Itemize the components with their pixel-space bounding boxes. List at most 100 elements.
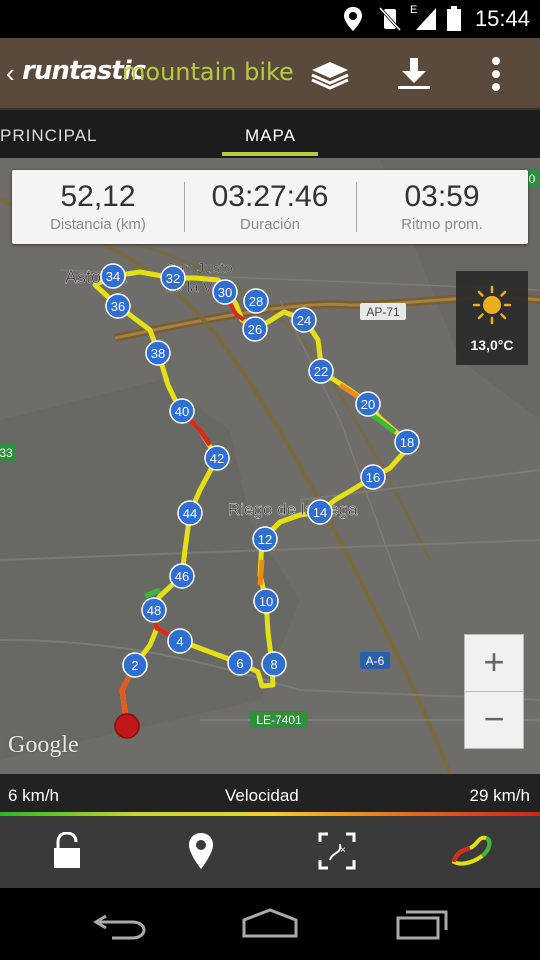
km-marker-46: 46 bbox=[169, 563, 195, 589]
temperature: 13,0°C bbox=[470, 337, 514, 353]
start-marker bbox=[114, 713, 140, 739]
km-marker-22: 22 bbox=[308, 358, 334, 384]
svg-text:48: 48 bbox=[147, 603, 161, 618]
speed-min: 6 km/h bbox=[8, 786, 60, 805]
svg-text:18: 18 bbox=[400, 435, 414, 450]
svg-text:2: 2 bbox=[131, 658, 138, 673]
stat-pace: 03:59 Ritmo prom. bbox=[356, 170, 528, 244]
home-icon[interactable] bbox=[240, 908, 300, 940]
pace-label: Ritmo prom. bbox=[401, 216, 483, 233]
svg-text:36: 36 bbox=[111, 299, 125, 314]
map-canvas: Astorga San Justo de la Vega Riego de la… bbox=[0, 158, 540, 774]
svg-text:40: 40 bbox=[175, 404, 189, 419]
stat-distance: 52,12 Distancia (km) bbox=[12, 170, 184, 244]
back-chevron-icon[interactable]: ‹ bbox=[6, 58, 15, 89]
km-marker-48: 48 bbox=[141, 597, 167, 623]
svg-text:10: 10 bbox=[259, 594, 273, 609]
km-marker-14: 14 bbox=[307, 499, 333, 525]
km-marker-2: 2 bbox=[122, 652, 148, 678]
recents-icon[interactable] bbox=[394, 908, 450, 940]
km-marker-12: 12 bbox=[252, 526, 278, 552]
lock-icon[interactable] bbox=[52, 832, 82, 870]
tab-principal[interactable]: PRINCIPAL bbox=[0, 126, 98, 146]
km-marker-24: 24 bbox=[291, 307, 317, 333]
zoom-out-button[interactable]: − bbox=[464, 691, 524, 749]
back-icon[interactable] bbox=[92, 908, 148, 940]
duration-value: 03:27:46 bbox=[211, 180, 329, 213]
km-marker-32: 32 bbox=[160, 265, 186, 291]
system-nav-bar bbox=[0, 888, 540, 960]
svg-text:30: 30 bbox=[218, 285, 232, 300]
km-marker-34: 34 bbox=[100, 263, 126, 289]
km-marker-8: 8 bbox=[261, 651, 287, 677]
route-color-icon[interactable] bbox=[450, 832, 492, 868]
pace-value: 03:59 bbox=[404, 180, 480, 213]
speed-legend: 6 km/h Velocidad 29 km/h bbox=[0, 774, 540, 814]
clock: 15:44 bbox=[474, 6, 530, 31]
svg-text:A-6: A-6 bbox=[366, 654, 385, 668]
overflow-menu-icon[interactable] bbox=[490, 56, 502, 92]
svg-text:×: × bbox=[340, 845, 346, 856]
app-bar: ‹ runtastic mountain bike bbox=[0, 38, 540, 110]
svg-text:4: 4 bbox=[176, 634, 183, 649]
layers-icon[interactable] bbox=[310, 60, 350, 90]
svg-text:34: 34 bbox=[106, 269, 120, 284]
svg-text:26: 26 bbox=[248, 322, 262, 337]
location-pin-icon[interactable] bbox=[188, 832, 214, 870]
battery-icon bbox=[447, 6, 461, 31]
location-icon bbox=[344, 7, 362, 31]
zoom-in-button[interactable]: + bbox=[464, 634, 524, 692]
svg-text:12: 12 bbox=[258, 532, 272, 547]
km-marker-36: 36 bbox=[105, 293, 131, 319]
bottom-toolbar: × bbox=[0, 816, 540, 888]
svg-text:14: 14 bbox=[313, 505, 327, 520]
download-icon[interactable] bbox=[396, 56, 432, 90]
km-marker-28: 28 bbox=[243, 288, 269, 314]
km-marker-26: 26 bbox=[242, 316, 268, 342]
road-shield-a6: A-6 bbox=[360, 652, 390, 669]
svg-text:22: 22 bbox=[314, 364, 328, 379]
town-label-riego: Riego de la Vega bbox=[228, 500, 358, 519]
road-shield-ap71: AP-71 bbox=[360, 303, 406, 320]
svg-text:46: 46 bbox=[175, 569, 189, 584]
road-shield-le7401: LE-7401 bbox=[250, 711, 308, 728]
svg-text:AP-71: AP-71 bbox=[366, 305, 400, 319]
svg-text:38: 38 bbox=[151, 346, 165, 361]
tab-mapa[interactable]: MAPA bbox=[245, 126, 296, 146]
km-marker-44: 44 bbox=[177, 500, 203, 526]
svg-text:6: 6 bbox=[236, 656, 243, 671]
svg-text:33: 33 bbox=[0, 446, 13, 460]
road-shield-33: 33 bbox=[0, 444, 16, 461]
km-marker-42: 42 bbox=[204, 445, 230, 471]
duration-label: Duración bbox=[239, 216, 301, 233]
distance-value: 52,12 bbox=[60, 180, 136, 213]
svg-text:42: 42 bbox=[210, 451, 224, 466]
km-marker-38: 38 bbox=[145, 340, 171, 366]
km-marker-18: 18 bbox=[394, 429, 420, 455]
fullscreen-route-icon[interactable]: × bbox=[318, 832, 356, 870]
km-marker-16: 16 bbox=[360, 464, 386, 490]
active-tab-indicator bbox=[222, 152, 318, 156]
svg-text:28: 28 bbox=[249, 294, 263, 309]
status-bar: E 15:44 bbox=[0, 0, 540, 38]
app-title: mountain bike bbox=[122, 58, 294, 86]
km-marker-10: 10 bbox=[253, 588, 279, 614]
google-attribution: Google bbox=[8, 732, 79, 758]
vibrate-mute-icon bbox=[378, 6, 402, 32]
km-marker-30: 30 bbox=[212, 279, 238, 305]
km-marker-4: 4 bbox=[167, 628, 193, 654]
km-marker-6: 6 bbox=[227, 650, 253, 676]
svg-text:20: 20 bbox=[361, 397, 375, 412]
signal-icon bbox=[416, 8, 436, 30]
sun-icon bbox=[472, 285, 512, 325]
tab-bar: PRINCIPAL MAPA bbox=[0, 110, 540, 158]
km-marker-20: 20 bbox=[355, 391, 381, 417]
map-view[interactable]: Astorga San Justo de la Vega Riego de la… bbox=[0, 158, 540, 774]
svg-text:8: 8 bbox=[270, 657, 277, 672]
km-marker-40: 40 bbox=[169, 398, 195, 424]
weather-widget[interactable]: 13,0°C bbox=[456, 271, 528, 365]
svg-text:44: 44 bbox=[183, 506, 197, 521]
svg-text:24: 24 bbox=[297, 313, 311, 328]
speed-max: 29 km/h bbox=[469, 786, 530, 805]
stats-panel: 52,12 Distancia (km) 03:27:46 Duración 0… bbox=[12, 170, 528, 244]
